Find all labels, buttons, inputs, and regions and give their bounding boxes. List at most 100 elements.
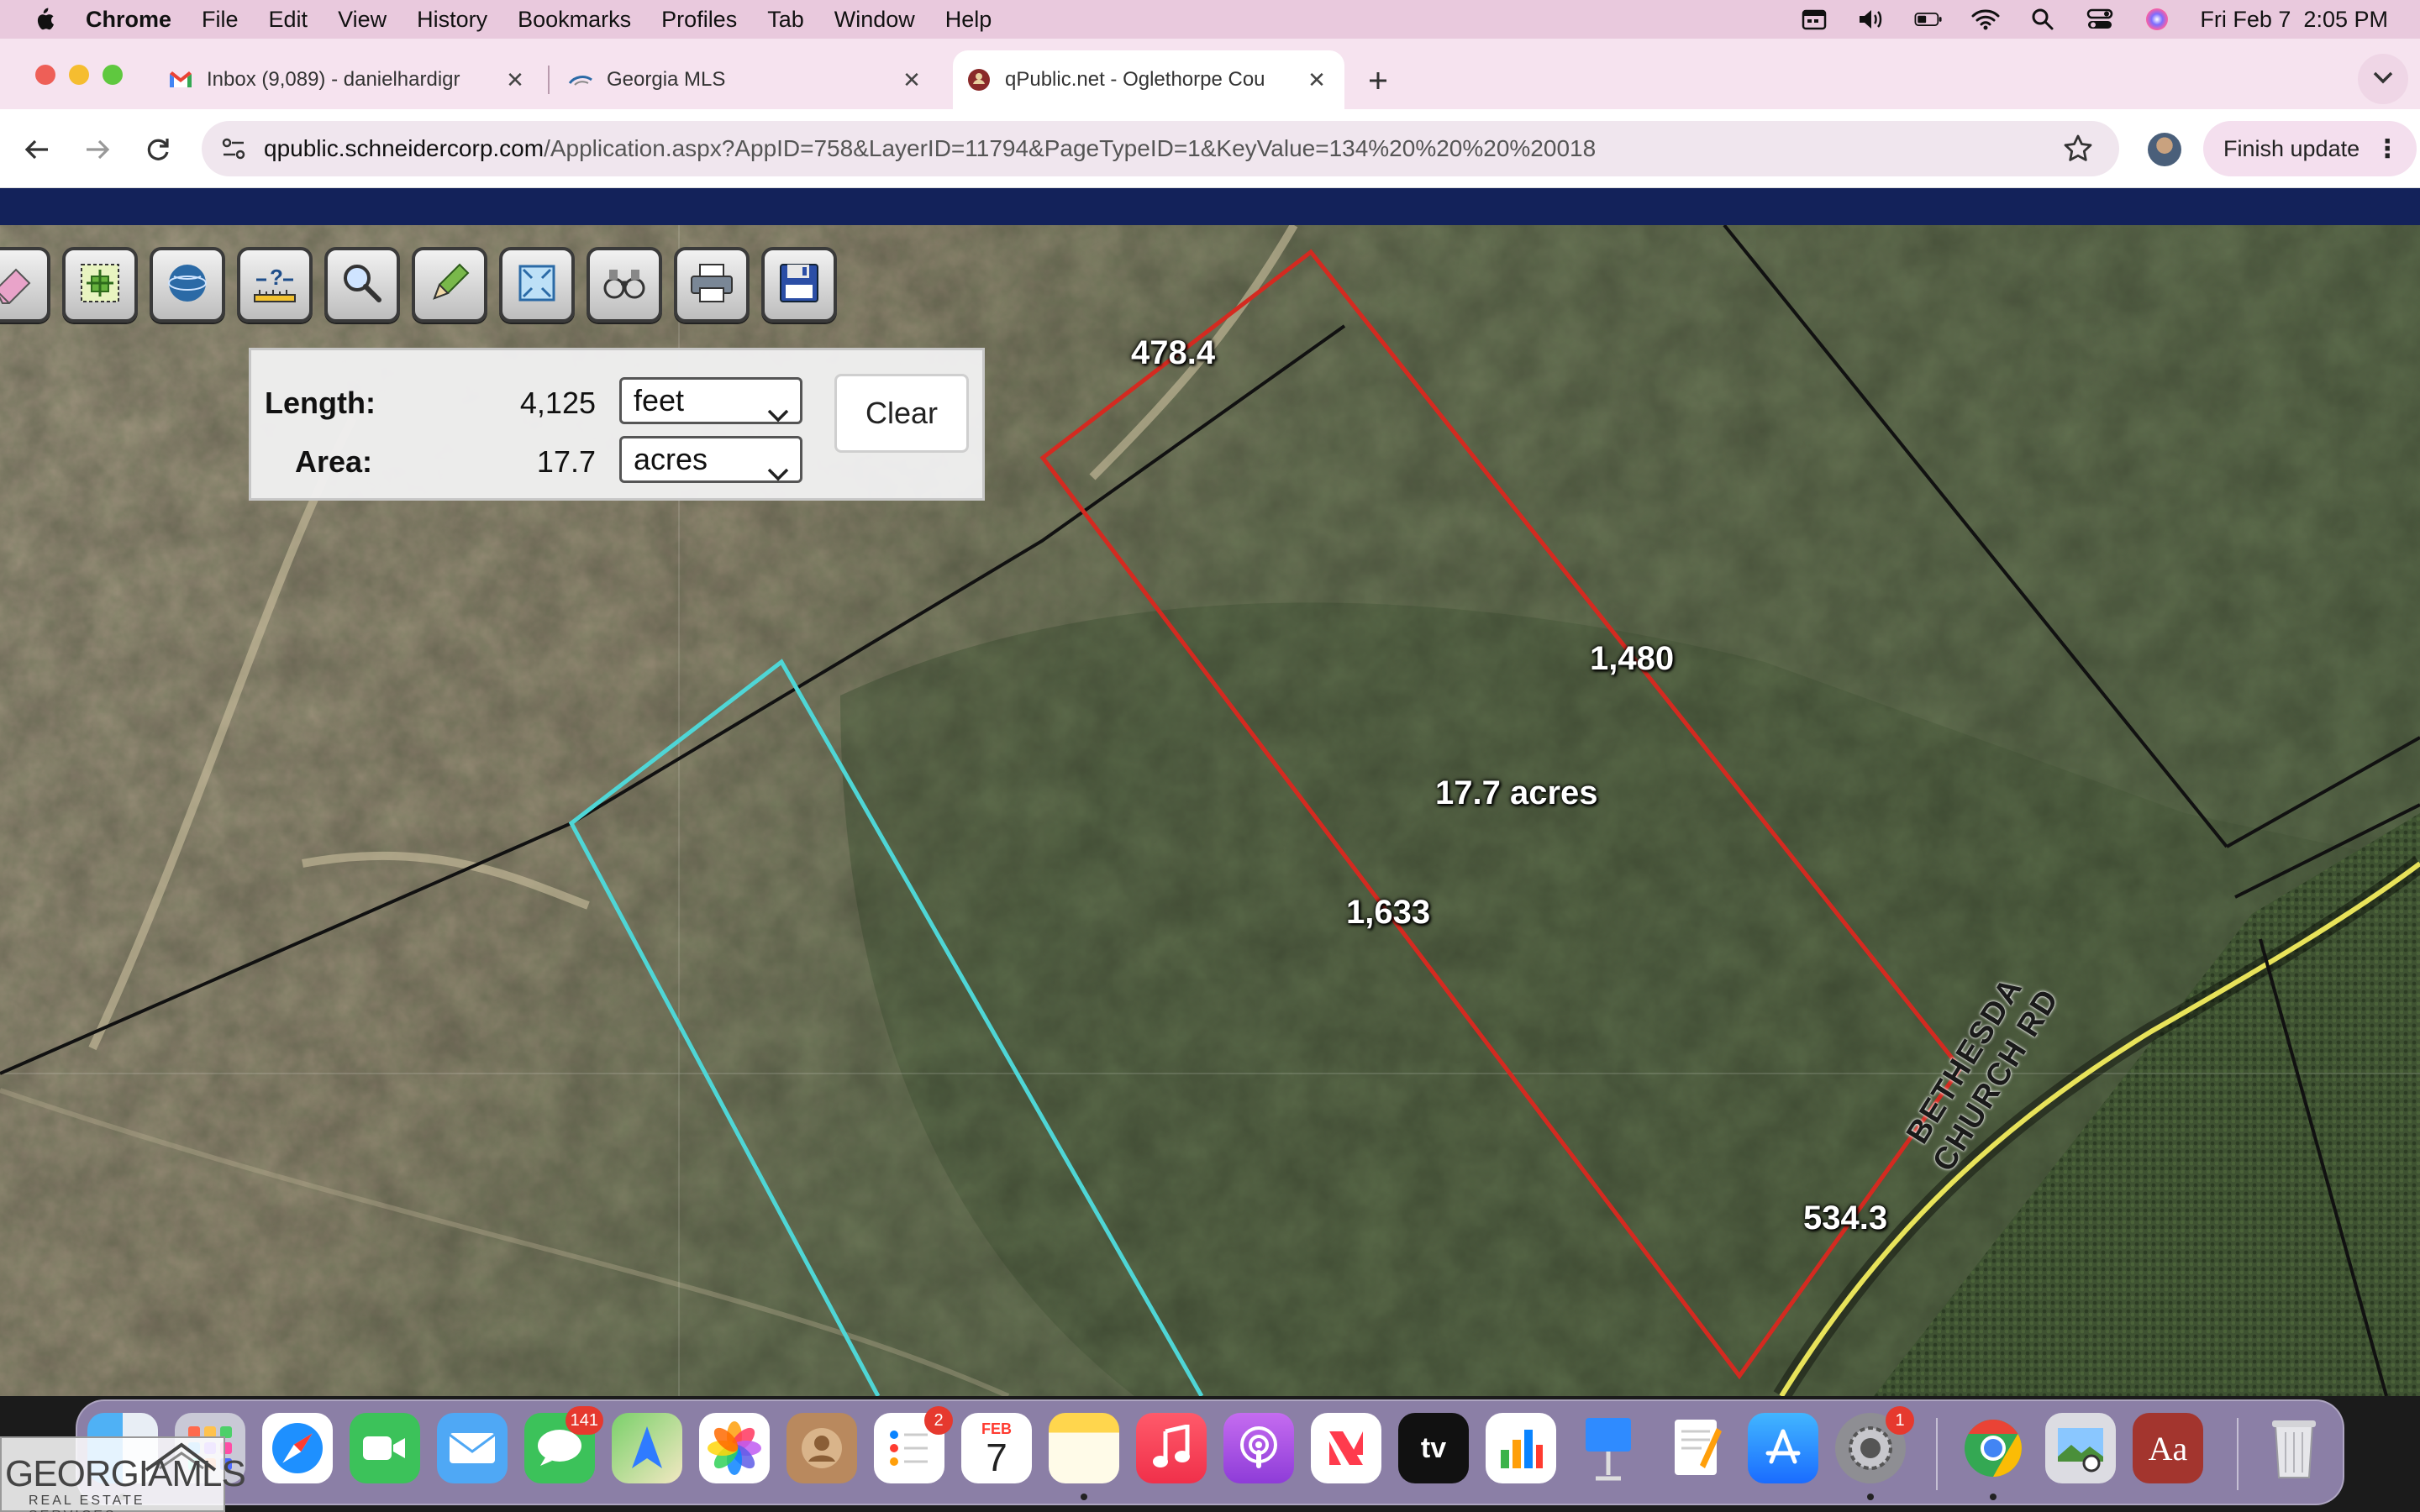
calendar-app-icon[interactable]: FEB 7	[961, 1413, 1032, 1483]
settings-icon[interactable]: 1	[1835, 1406, 1914, 1500]
clear-button[interactable]: Clear	[834, 374, 969, 453]
globe-button[interactable]	[150, 247, 225, 323]
full-extent-button[interactable]	[499, 247, 575, 323]
url-host: qpublic.schneidercorp.com	[264, 135, 544, 161]
menu-help[interactable]: Help	[945, 7, 992, 33]
profile-avatar[interactable]	[2148, 133, 2181, 166]
dictionary-icon[interactable]: Aa	[2133, 1413, 2203, 1483]
site-info-icon[interactable]	[217, 132, 250, 165]
binoculars-button[interactable]	[587, 247, 662, 323]
siri-icon[interactable]	[2143, 8, 2171, 31]
print-button[interactable]	[674, 247, 750, 323]
gmail-icon	[168, 67, 193, 92]
preview-icon[interactable]	[2045, 1413, 2116, 1483]
tab-gmail[interactable]: Inbox (9,089) - danielhardigr ✕	[156, 50, 543, 109]
mail-icon[interactable]	[437, 1413, 508, 1483]
reminders-badge: 2	[924, 1406, 953, 1435]
forward-button[interactable]	[79, 131, 116, 168]
trash-icon[interactable]	[2259, 1413, 2329, 1483]
zoom-search-button[interactable]	[324, 247, 400, 323]
tab-georgia-mls[interactable]: Georgia MLS ✕	[555, 50, 939, 109]
menu-chrome[interactable]: Chrome	[86, 7, 171, 33]
bookmark-star-icon[interactable]	[2062, 133, 2094, 165]
spotlight-icon[interactable]	[2028, 8, 2057, 31]
close-window-button[interactable]	[35, 65, 55, 85]
messages-icon[interactable]: 141	[524, 1406, 603, 1483]
segment-length-left: 1,633	[1346, 894, 1431, 931]
identify-button[interactable]: ?	[237, 247, 313, 323]
keynote-icon[interactable]	[1573, 1413, 1644, 1483]
macos-dock: 141 2 FEB 7 tv 1 Aa	[76, 1399, 2344, 1505]
numbers-icon[interactable]	[1486, 1413, 1556, 1483]
clock[interactable]: Fri Feb 7 2:05 PM	[2200, 7, 2388, 33]
segment-length-right: 1,480	[1590, 640, 1675, 677]
back-button[interactable]	[18, 131, 55, 168]
select-parcel-icon	[75, 258, 125, 312]
length-label: Length:	[265, 386, 376, 420]
header-band	[0, 188, 2420, 225]
maps-icon[interactable]	[612, 1413, 682, 1483]
segment-length-top: 478.4	[1131, 334, 1216, 371]
select-parcel-button[interactable]	[62, 247, 138, 323]
url-path: /Application.aspx?AppID=758&LayerID=1179…	[544, 135, 1597, 161]
chevron-down-icon	[2372, 70, 2394, 89]
safari-icon[interactable]	[262, 1413, 333, 1483]
map-toolbar: ?	[0, 247, 837, 331]
facetime-icon[interactable]	[350, 1413, 420, 1483]
music-icon[interactable]	[1136, 1413, 1207, 1483]
pencil-icon	[424, 258, 475, 312]
battery-icon[interactable]	[1914, 8, 1943, 31]
contacts-icon[interactable]	[786, 1413, 857, 1483]
full-extent-icon	[512, 258, 562, 312]
chevron-down-icon	[766, 393, 790, 423]
photos-icon[interactable]	[699, 1413, 770, 1483]
area-unit-select[interactable]: acres	[619, 436, 802, 483]
chrome-tab-strip: Inbox (9,089) - danielhardigr ✕ Georgia …	[0, 39, 2420, 109]
menu-bookmarks[interactable]: Bookmarks	[518, 7, 631, 33]
close-tab-qpublic-button[interactable]: ✕	[1304, 67, 1329, 92]
messages-badge: 141	[565, 1406, 603, 1435]
area-value: 17.7	[536, 444, 596, 479]
control-center-icon[interactable]	[2086, 8, 2114, 31]
menu-profiles[interactable]: Profiles	[661, 7, 737, 33]
eraser-button[interactable]	[0, 247, 50, 323]
pages-icon[interactable]	[1660, 1413, 1731, 1483]
chevron-down-icon	[766, 452, 790, 481]
qpublic-icon	[966, 67, 992, 92]
length-unit-select[interactable]: feet	[619, 377, 802, 424]
menu-tab[interactable]: Tab	[767, 7, 804, 33]
chrome-icon[interactable]	[1958, 1413, 2028, 1500]
wifi-icon[interactable]	[1971, 8, 2000, 31]
close-tab-georgia-mls-button[interactable]: ✕	[899, 67, 924, 92]
minimize-window-button[interactable]	[69, 65, 89, 85]
more-options-icon[interactable]: ⋮	[2375, 134, 2400, 164]
reload-button[interactable]	[139, 131, 176, 168]
save-map-button[interactable]	[761, 247, 837, 323]
appstore-icon[interactable]	[1748, 1413, 1818, 1483]
tab-qpublic[interactable]: qPublic.net - Oglethorpe Cou ✕	[953, 50, 1344, 109]
menu-view[interactable]: View	[338, 7, 387, 33]
notes-icon[interactable]	[1049, 1413, 1119, 1500]
calendar-icon[interactable]	[1800, 8, 1828, 31]
tab-search-button[interactable]	[2358, 54, 2408, 104]
reminders-icon[interactable]: 2	[874, 1406, 953, 1483]
news-icon[interactable]	[1311, 1413, 1381, 1483]
menu-history[interactable]: History	[417, 7, 487, 33]
zoom-search-icon	[337, 258, 387, 312]
apple-logo-icon[interactable]	[30, 6, 57, 33]
finish-update-button[interactable]: Finish update ⋮	[2203, 121, 2417, 176]
settings-badge: 1	[1886, 1406, 1914, 1435]
menu-window[interactable]: Window	[834, 7, 915, 33]
address-bar[interactable]: qpublic.schneidercorp.com/Application.as…	[202, 121, 2119, 176]
new-tab-button[interactable]	[1361, 64, 1395, 97]
segment-length-bottom: 534.3	[1803, 1200, 1888, 1236]
volume-icon[interactable]	[1857, 8, 1886, 31]
maximize-window-button[interactable]	[103, 65, 123, 85]
menu-file[interactable]: File	[202, 7, 239, 33]
close-tab-gmail-button[interactable]: ✕	[502, 67, 528, 92]
pencil-button[interactable]	[412, 247, 487, 323]
podcasts-icon[interactable]	[1223, 1413, 1294, 1483]
menu-edit[interactable]: Edit	[269, 7, 308, 33]
identify-icon: ?	[250, 258, 300, 312]
appletv-icon[interactable]: tv	[1398, 1413, 1469, 1483]
